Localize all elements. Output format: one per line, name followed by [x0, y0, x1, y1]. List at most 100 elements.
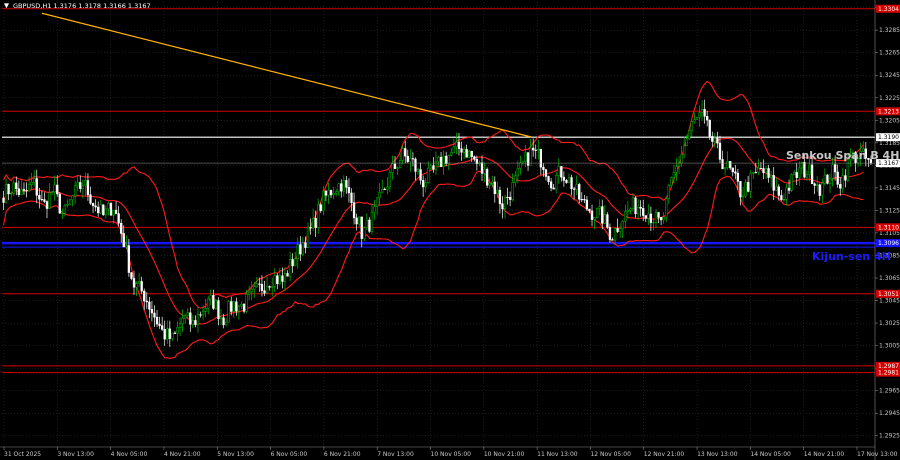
candle-body: [665, 198, 668, 218]
candle-body: [201, 311, 205, 316]
candle-body: [132, 278, 136, 288]
kijun-sen-label: Kijun-sen 4H: [812, 250, 891, 263]
candle-body: [401, 148, 404, 161]
candle-body: [498, 189, 502, 205]
candle-body: [212, 295, 215, 309]
candle-body: [831, 164, 834, 179]
header-menu-icon[interactable]: ▼: [4, 2, 9, 10]
candle-body: [50, 191, 54, 193]
candle-body: [816, 184, 819, 186]
candle-body: [288, 259, 292, 277]
candle-body: [519, 162, 522, 169]
candle-body: [693, 119, 696, 122]
candle-body: [242, 303, 246, 312]
candle-body: [427, 167, 430, 183]
candle-body: [565, 180, 568, 183]
candle-body: [7, 183, 10, 195]
candle-body: [613, 228, 617, 241]
candle-body: [76, 182, 79, 187]
candle-body: [667, 185, 670, 199]
candle-body: [247, 291, 251, 295]
candle-body: [795, 172, 798, 178]
level-price-tag: 1.3213: [878, 108, 899, 115]
price-tick-label: 1.2965: [879, 388, 900, 395]
candle-body: [178, 323, 182, 328]
candle-body: [585, 199, 589, 210]
candle-body: [647, 213, 650, 219]
candle-body: [265, 286, 269, 294]
candle-body: [473, 156, 476, 160]
candle-body: [595, 208, 599, 218]
candle-body: [352, 202, 356, 219]
candle-body: [79, 182, 82, 189]
candle-body: [340, 183, 343, 192]
candle-body: [125, 245, 128, 248]
candle-body: [447, 155, 450, 164]
candle-body: [452, 146, 456, 153]
candle-body: [716, 137, 719, 144]
candle-body: [15, 182, 18, 189]
candle-body: [117, 213, 120, 224]
candle-body: [12, 182, 15, 194]
candle-body: [10, 193, 13, 195]
candle-body: [253, 286, 256, 290]
time-tick-label: 17 Nov 13:00: [857, 451, 898, 458]
candle-body: [759, 167, 763, 170]
candle-body: [163, 329, 166, 340]
candle-body: [268, 286, 271, 288]
candle-body: [368, 219, 371, 232]
candle-body: [736, 172, 740, 182]
candle-body: [322, 190, 325, 211]
candle-body: [821, 183, 824, 196]
level-price-tag: 1.3190: [878, 134, 899, 141]
candle-body: [222, 317, 225, 326]
candle-body: [621, 220, 624, 229]
candle-body: [419, 169, 422, 181]
candle-body: [342, 180, 345, 192]
candle-body: [698, 112, 701, 118]
time-tick-label: 13 Nov 13:00: [697, 451, 738, 458]
candle-body: [48, 192, 51, 209]
candle-body: [790, 174, 793, 191]
candle-body: [137, 281, 141, 285]
candle-body: [721, 159, 724, 170]
candle-body: [654, 212, 658, 223]
level-price-tag: 1.3304: [878, 6, 899, 13]
candle-body: [276, 275, 279, 285]
price-chart[interactable]: 1.33051.32851.32651.32451.32251.32051.31…: [0, 0, 900, 460]
time-tick-label: 4 Nov 05:00: [111, 451, 148, 458]
candle-body: [345, 180, 348, 188]
candle-body: [329, 190, 333, 196]
candle-body: [493, 181, 496, 195]
candle-body: [398, 160, 402, 168]
candle-body: [588, 208, 591, 212]
candle-body: [381, 188, 384, 193]
candle-body: [130, 272, 133, 279]
time-tick-label: 6 Nov 05:00: [271, 451, 308, 458]
candle-body: [826, 174, 829, 184]
candle-body: [567, 177, 571, 183]
candle-body: [652, 222, 655, 224]
candle-body: [706, 116, 709, 121]
candle-body: [107, 203, 110, 210]
candle-body: [84, 180, 87, 187]
candle-body: [73, 185, 77, 197]
candle-body: [703, 109, 706, 117]
candle-body: [140, 281, 143, 292]
candle-body: [334, 191, 338, 194]
price-tick-label: 1.3265: [879, 50, 900, 57]
candle-body: [752, 172, 755, 174]
candle-body: [590, 210, 594, 220]
candle-body: [746, 182, 750, 192]
candle-body: [104, 208, 108, 216]
chart-background: [0, 0, 900, 460]
candle-body: [803, 162, 806, 178]
candle-body: [723, 167, 727, 170]
candle-body: [194, 320, 197, 326]
level-price-tag: 1.3051: [878, 291, 899, 298]
candle-body: [445, 155, 448, 164]
candle-body: [204, 307, 207, 312]
candle-body: [608, 227, 612, 240]
candle-body: [189, 312, 192, 325]
price-tick-label: 1.3225: [879, 95, 900, 102]
